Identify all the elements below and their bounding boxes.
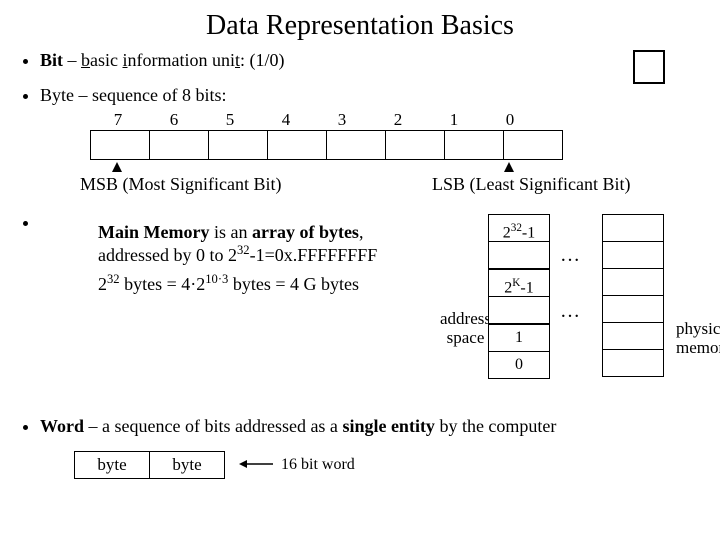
addr-cell-1: 1 xyxy=(488,324,550,352)
bullet-bit: Bit – basic information unit: (1/0) xyxy=(40,50,720,71)
slide-title: Data Representation Basics xyxy=(0,0,720,50)
word-byte-cell: byte xyxy=(74,451,150,479)
arrow-left-icon xyxy=(239,455,273,476)
bullet-word: Word – a sequence of bits addressed as a… xyxy=(40,416,720,437)
word-byte-cell: byte xyxy=(150,451,225,479)
byte-table xyxy=(90,130,563,160)
word-diagram: byte byte 16 bit word xyxy=(74,451,720,479)
address-space-column: 232-1 … 2K-1 … 1 0 xyxy=(488,214,550,379)
lsb-label: LSB (Least Significant Bit) xyxy=(432,174,630,195)
addr-cell-mid: 2K-1 xyxy=(488,269,550,297)
arrow-up-icon xyxy=(504,162,514,172)
bullet-memory: Main Memory is an array of bytes, addres… xyxy=(40,212,720,402)
arrow-up-icon xyxy=(112,162,122,172)
msb-label: MSB (Most Significant Bit) xyxy=(80,174,282,195)
bit-box xyxy=(633,50,665,84)
bit-bold: Bit xyxy=(40,50,63,70)
address-space-label: addressspace xyxy=(440,310,491,347)
bullet-byte: Byte – sequence of 8 bits: 7 6 5 4 3 2 1… xyxy=(40,85,720,198)
memory-text: Main Memory is an array of bytes, addres… xyxy=(98,222,438,295)
byte-lead: Byte – sequence of 8 bits: xyxy=(40,85,720,106)
addr-cell-0: 0 xyxy=(488,352,550,379)
addr-cell-top: 232-1 xyxy=(488,214,550,242)
byte-bit-numbers: 7 6 5 4 3 2 1 0 xyxy=(90,110,720,130)
word16-label: 16 bit word xyxy=(281,456,355,474)
physical-memory-label: physicalmemory xyxy=(676,320,720,357)
physical-memory-column xyxy=(602,214,664,377)
